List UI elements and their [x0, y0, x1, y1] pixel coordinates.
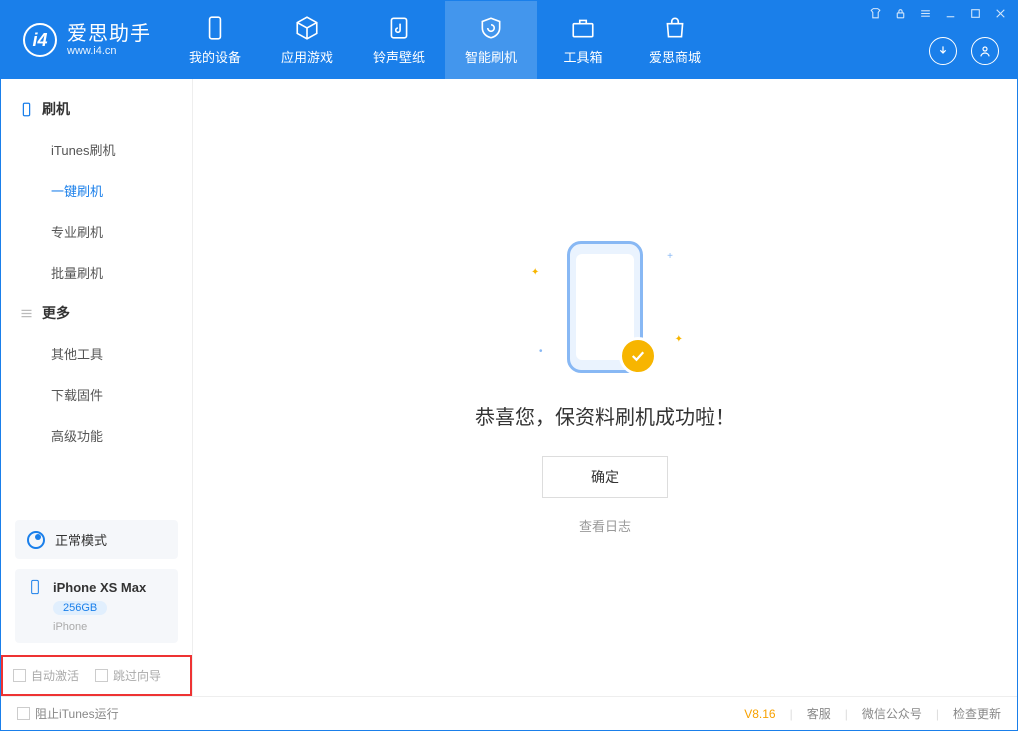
mode-status-card[interactable]: 正常模式 — [15, 520, 178, 559]
nav-ring-wall[interactable]: 铃声壁纸 — [353, 1, 445, 79]
cube-icon — [294, 15, 320, 41]
minimize-icon[interactable] — [944, 7, 957, 23]
refresh-shield-icon — [478, 15, 504, 41]
mode-status-icon — [27, 531, 45, 549]
user-button[interactable] — [971, 37, 999, 65]
device-card[interactable]: iPhone XS Max 256GB iPhone — [15, 569, 178, 643]
briefcase-icon — [570, 15, 596, 41]
option-label: 跳过向导 — [113, 667, 161, 684]
auto-activate-option[interactable]: 自动激活 — [13, 667, 79, 684]
separator: | — [790, 707, 793, 721]
checkbox-icon — [17, 707, 30, 720]
checkbox-icon — [95, 669, 108, 682]
option-label: 自动激活 — [31, 667, 79, 684]
nav-label: 智能刷机 — [465, 47, 517, 66]
device-area: 正常模式 iPhone XS Max 256GB iPhone — [1, 510, 192, 643]
sparkle-icon: ✦ — [675, 334, 683, 345]
mode-label: 正常模式 — [55, 530, 107, 549]
sidebar-item-download-firmware[interactable]: 下载固件 — [1, 374, 192, 415]
nav-label: 铃声壁纸 — [373, 47, 425, 66]
footer: 阻止iTunes运行 V8.16 | 客服 | 微信公众号 | 检查更新 — [1, 696, 1017, 730]
main-content: ✦ + ✦ • 恭喜您，保资料刷机成功啦！ 确定 查看日志 — [193, 79, 1017, 696]
close-icon[interactable] — [994, 7, 1007, 23]
sidebar-item-itunes-flash[interactable]: iTunes刷机 — [1, 129, 192, 170]
group-label: 更多 — [42, 303, 70, 323]
window-controls-top — [869, 7, 1007, 23]
nav-label: 我的设备 — [189, 47, 241, 66]
footer-right: V8.16 | 客服 | 微信公众号 | 检查更新 — [744, 705, 1001, 722]
brand-url: www.i4.cn — [67, 45, 151, 57]
sparkle-icon: • — [539, 346, 543, 357]
music-file-icon — [386, 15, 412, 41]
shopping-bag-icon — [662, 15, 688, 41]
sidebar: 刷机 iTunes刷机 一键刷机 专业刷机 批量刷机 更多 其他工具 下载固件 … — [1, 79, 193, 696]
brand-logo-icon: i4 — [23, 23, 57, 57]
nav-store[interactable]: 爱思商城 — [629, 1, 721, 79]
sidebar-item-advanced[interactable]: 高级功能 — [1, 415, 192, 456]
sidebar-group-flash: 刷机 — [1, 89, 192, 129]
lock-icon[interactable] — [894, 7, 907, 23]
download-button[interactable] — [929, 37, 957, 65]
brand-name: 爱思助手 — [67, 23, 151, 45]
options-highlight-box: 自动激活 跳过向导 — [1, 655, 192, 696]
sidebar-item-other-tools[interactable]: 其他工具 — [1, 333, 192, 374]
separator: | — [936, 707, 939, 721]
nav-label: 爱思商城 — [649, 47, 701, 66]
view-log-link[interactable]: 查看日志 — [579, 516, 631, 535]
separator: | — [845, 707, 848, 721]
app-window: i4 爱思助手 www.i4.cn 我的设备 应用游戏 铃声壁纸 智能刷机 — [0, 0, 1018, 731]
nav-label: 工具箱 — [563, 47, 602, 66]
option-label: 阻止iTunes运行 — [35, 705, 119, 722]
wechat-link[interactable]: 微信公众号 — [862, 705, 922, 722]
device-phone-icon — [27, 579, 43, 595]
sidebar-item-pro-flash[interactable]: 专业刷机 — [1, 211, 192, 252]
footer-left: 阻止iTunes运行 — [17, 705, 119, 722]
nav-toolbox[interactable]: 工具箱 — [537, 1, 629, 79]
nav-app-games[interactable]: 应用游戏 — [261, 1, 353, 79]
menu-icon[interactable] — [919, 7, 932, 23]
nav-label: 应用游戏 — [281, 47, 333, 66]
body: 刷机 iTunes刷机 一键刷机 专业刷机 批量刷机 更多 其他工具 下载固件 … — [1, 79, 1017, 696]
support-link[interactable]: 客服 — [807, 705, 831, 722]
sidebar-item-onekey-flash[interactable]: 一键刷机 — [1, 170, 192, 211]
version-label: V8.16 — [744, 707, 775, 721]
block-itunes-option[interactable]: 阻止iTunes运行 — [17, 705, 119, 722]
checkbox-icon — [13, 669, 26, 682]
device-type-label: iPhone — [53, 621, 166, 633]
success-message: 恭喜您，保资料刷机成功啦！ — [475, 401, 735, 430]
ok-button[interactable]: 确定 — [542, 456, 668, 498]
nav-my-device[interactable]: 我的设备 — [169, 1, 261, 79]
device-storage-badge: 256GB — [53, 601, 107, 615]
titlebar: i4 爱思助手 www.i4.cn 我的设备 应用游戏 铃声壁纸 智能刷机 — [1, 1, 1017, 79]
sparkle-icon: + — [667, 251, 673, 262]
nav-smart-flash[interactable]: 智能刷机 — [445, 1, 537, 79]
maximize-icon[interactable] — [969, 7, 982, 23]
phone-icon — [202, 15, 228, 41]
check-update-link[interactable]: 检查更新 — [953, 705, 1001, 722]
header-action-buttons — [929, 37, 999, 65]
brand: i4 爱思助手 www.i4.cn — [1, 1, 169, 79]
skip-wizard-option[interactable]: 跳过向导 — [95, 667, 161, 684]
top-nav: 我的设备 应用游戏 铃声壁纸 智能刷机 工具箱 爱思商城 — [169, 1, 721, 79]
success-illustration: ✦ + ✦ • — [505, 241, 705, 381]
tshirt-icon[interactable] — [869, 7, 882, 23]
device-name: iPhone XS Max — [53, 580, 146, 595]
sidebar-item-batch-flash[interactable]: 批量刷机 — [1, 252, 192, 293]
sparkle-icon: ✦ — [531, 267, 539, 278]
brand-text: 爱思助手 www.i4.cn — [67, 23, 151, 57]
check-badge-icon — [619, 337, 657, 375]
sidebar-group-more: 更多 — [1, 293, 192, 333]
group-label: 刷机 — [42, 99, 70, 119]
